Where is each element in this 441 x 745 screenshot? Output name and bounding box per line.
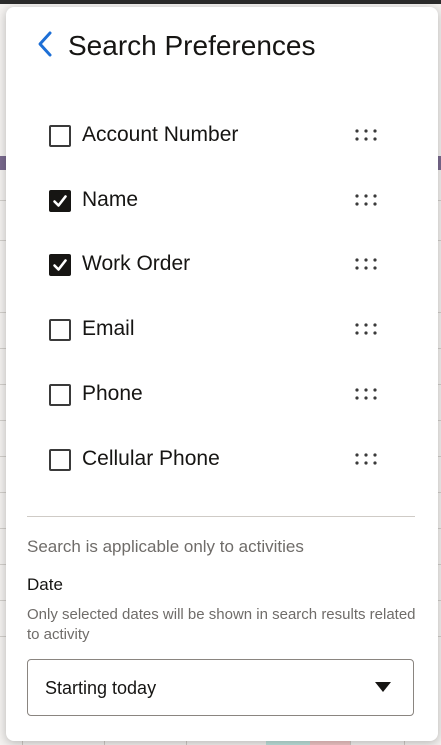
- search-field-row: Cellular Phone: [6, 427, 438, 491]
- drag-handle-icon[interactable]: [353, 385, 379, 403]
- search-field-label: Work Order: [82, 252, 191, 275]
- back-button[interactable]: [30, 29, 60, 59]
- date-help-text: Only selected dates will be shown in sea…: [27, 606, 416, 643]
- background-topbar: [0, 0, 441, 4]
- dialog-header: Search Preferences: [6, 7, 438, 87]
- caret-down-icon: [375, 682, 391, 692]
- search-field-label: Phone: [82, 382, 143, 405]
- drag-handle-icon[interactable]: [353, 320, 379, 338]
- drag-handle-icon[interactable]: [353, 255, 379, 273]
- search-field-row: Name: [6, 168, 438, 232]
- search-field-label: Email: [82, 317, 135, 340]
- search-field-label: Name: [82, 188, 139, 211]
- date-range-select[interactable]: Starting today: [27, 659, 414, 716]
- chevron-left-icon: [38, 31, 52, 57]
- name-checkbox[interactable]: [49, 190, 71, 212]
- search-field-row: Email: [6, 297, 438, 361]
- date-label: Date: [27, 575, 63, 594]
- account-number-checkbox[interactable]: [49, 125, 71, 147]
- cellular-phone-checkbox[interactable]: [49, 449, 71, 471]
- section-divider: [27, 516, 415, 517]
- search-field-label: Account Number: [82, 123, 239, 146]
- dialog-title: Search Preferences: [68, 30, 316, 61]
- search-field-row: Phone: [6, 362, 438, 426]
- phone-checkbox[interactable]: [49, 384, 71, 406]
- search-field-row: Work Order: [6, 232, 438, 296]
- drag-handle-icon[interactable]: [353, 191, 379, 209]
- drag-handle-icon[interactable]: [353, 450, 379, 468]
- email-checkbox[interactable]: [49, 319, 71, 341]
- work-order-checkbox[interactable]: [49, 254, 71, 276]
- search-field-label: Cellular Phone: [82, 447, 220, 470]
- checkmark-icon: [53, 195, 67, 207]
- search-preferences-dialog: Search Preferences Account Number Name W…: [6, 7, 438, 741]
- activity-note: Search is applicable only to activities: [27, 537, 304, 556]
- drag-handle-icon[interactable]: [353, 126, 379, 144]
- date-range-value: Starting today: [45, 678, 157, 698]
- search-field-row: Account Number: [6, 103, 438, 167]
- checkmark-icon: [53, 259, 67, 271]
